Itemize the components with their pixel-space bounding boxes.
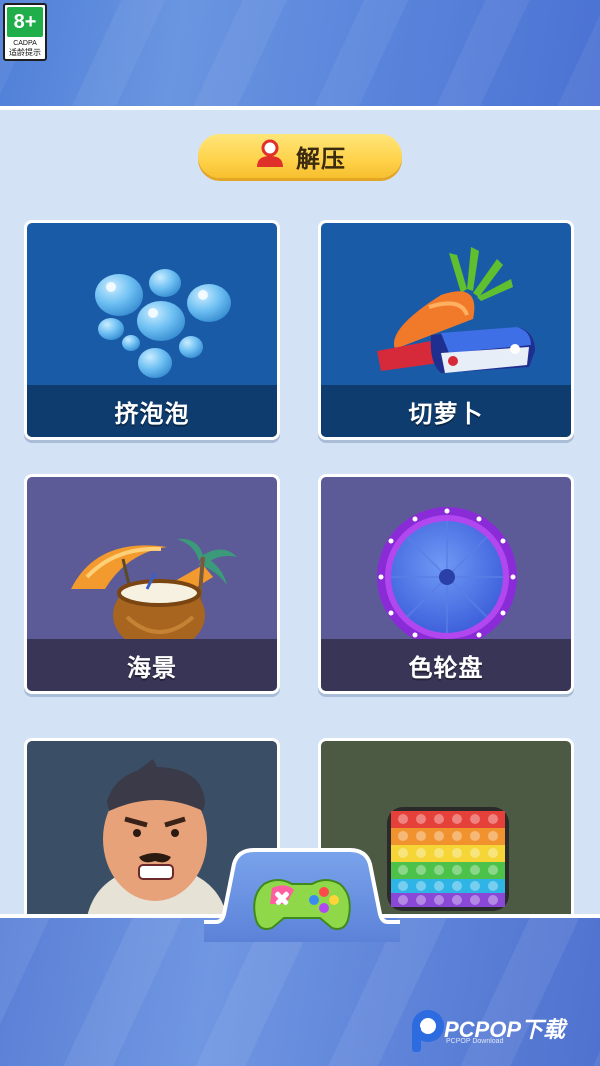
category-pill-decompress[interactable]: 解压	[198, 134, 402, 178]
gamepad-icon	[253, 879, 351, 930]
game-card-label: 海景	[27, 639, 277, 691]
carrot-knife-icon	[377, 247, 535, 373]
pcpop-logo-icon	[412, 1010, 444, 1052]
game-card-seaview[interactable]: 海景	[24, 474, 280, 694]
bubbles-icon	[95, 269, 231, 378]
game-card-label: 挤泡泡	[27, 385, 277, 437]
age-rating-org: CADPA	[13, 40, 37, 47]
top-header-bar	[0, 0, 600, 106]
watermark: PCPOP下载 PCPOP Download	[408, 1006, 594, 1056]
age-rating-note: 适龄提示	[9, 48, 41, 57]
user-icon	[254, 139, 286, 173]
game-card-bubbles[interactable]: 挤泡泡	[24, 220, 280, 440]
coconut-beach-icon	[71, 538, 237, 651]
color-wheel-icon	[377, 507, 517, 647]
age-rating: 8+	[7, 7, 43, 37]
game-card-label: 色轮盘	[321, 639, 571, 691]
game-card-color-wheel[interactable]: 色轮盘	[318, 474, 574, 694]
age-rating-badge: 8+ CADPA 适龄提示	[3, 3, 47, 61]
game-card-label: 切萝卜	[321, 385, 571, 437]
watermark-subtext: PCPOP Download	[446, 1038, 504, 1045]
game-card-carrot[interactable]: 切萝卜	[318, 220, 574, 440]
category-label: 解压	[296, 144, 346, 173]
header-divider	[0, 106, 600, 110]
nav-tab-games[interactable]	[204, 846, 400, 946]
